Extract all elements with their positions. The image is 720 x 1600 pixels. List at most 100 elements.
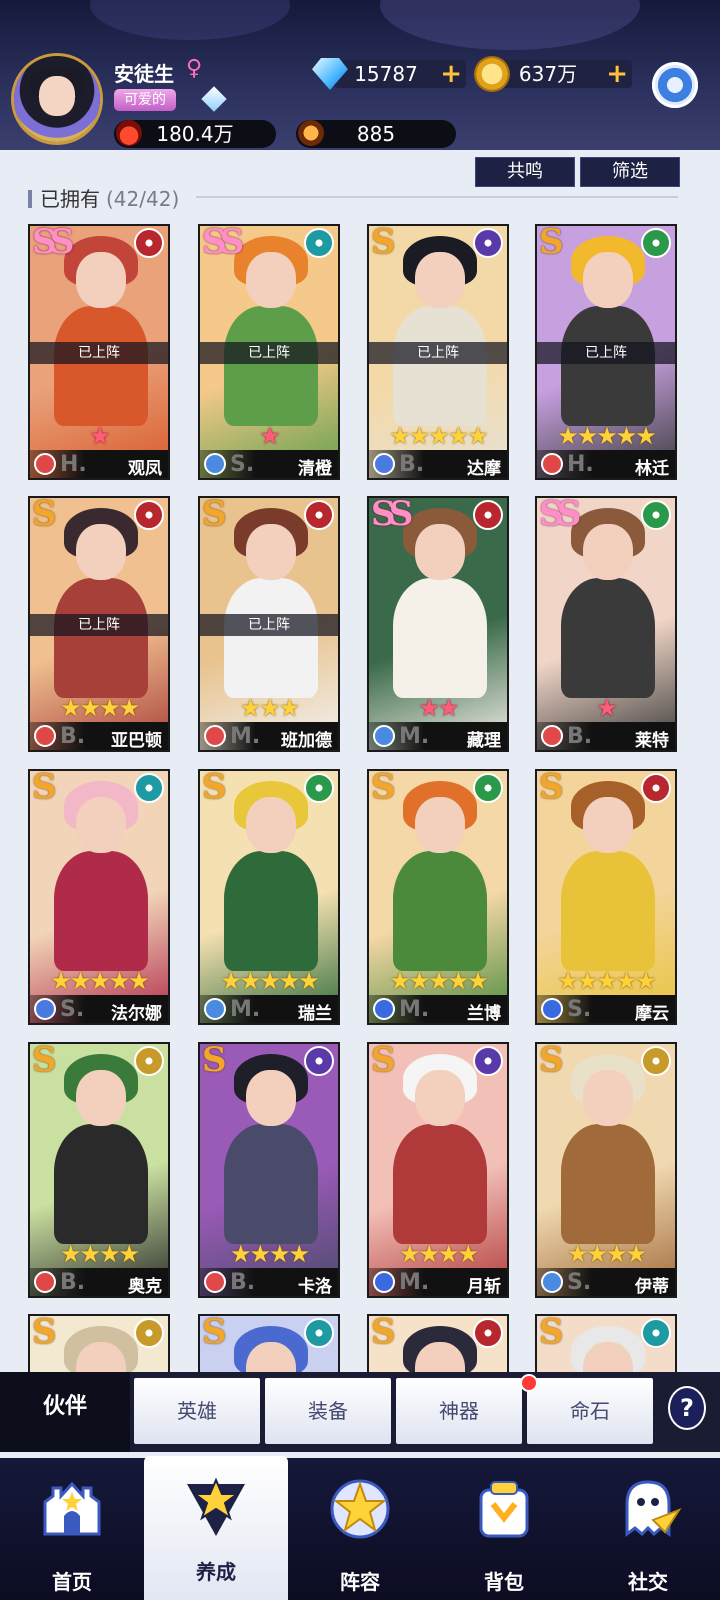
star-icon: ★ bbox=[79, 694, 100, 722]
star-icon: ★ bbox=[220, 967, 241, 995]
hero-card[interactable]: S ★★★★★ M. 兰博 bbox=[367, 769, 509, 1025]
hero-card[interactable]: S bbox=[367, 1314, 509, 1374]
hero-card[interactable]: S bbox=[198, 1314, 340, 1374]
hero-role-tag: B. bbox=[60, 1270, 86, 1295]
star-icon: ★ bbox=[50, 967, 71, 995]
hero-name: 达摩 bbox=[467, 459, 501, 479]
dark-element-icon bbox=[473, 228, 503, 258]
hero-card[interactable]: S bbox=[535, 1314, 677, 1374]
settings-gear-icon[interactable] bbox=[652, 62, 698, 108]
tab-partners[interactable]: 伙伴 bbox=[0, 1372, 130, 1452]
star-rating: ★★★★★ bbox=[537, 422, 675, 450]
owned-section-header: 已拥有 (42/42) bbox=[28, 183, 179, 212]
filter-button[interactable]: 筛选 bbox=[580, 157, 680, 187]
hero-name-bar: M. 月斩 bbox=[369, 1268, 507, 1296]
star-icon: ★ bbox=[635, 422, 656, 450]
hero-name-bar: S. 伊蒂 bbox=[537, 1268, 675, 1296]
tank-class-icon bbox=[541, 453, 563, 475]
hero-card[interactable]: SS ★★ M. 藏理 bbox=[367, 496, 509, 752]
star-icon: ★ bbox=[576, 422, 598, 450]
hero-card[interactable]: SS 已上阵 ★ S. 清橙 bbox=[198, 224, 340, 480]
tab-fate-stones[interactable]: 命石 bbox=[527, 1378, 653, 1444]
hero-name: 莱特 bbox=[635, 731, 669, 751]
tab-artifacts[interactable]: 神器 bbox=[396, 1378, 522, 1444]
portrait-head bbox=[415, 797, 465, 853]
hero-card[interactable]: S bbox=[28, 1314, 170, 1374]
star-icon: ★ bbox=[69, 967, 91, 995]
tab-equipment[interactable]: 装备 bbox=[265, 1378, 391, 1444]
dark-element-icon bbox=[473, 1046, 503, 1076]
heal-class-icon bbox=[204, 453, 226, 475]
player-avatar[interactable] bbox=[14, 56, 100, 142]
grade-badge: S bbox=[371, 224, 395, 262]
portrait-head bbox=[415, 252, 465, 308]
star-icon: ★ bbox=[239, 694, 261, 722]
star-triangle-icon bbox=[187, 1477, 245, 1536]
fire-element-icon bbox=[134, 500, 164, 530]
hero-card[interactable]: S 已上阵 ★★★ M. 班加德 bbox=[198, 496, 340, 752]
star-rating: ★★★★★ bbox=[369, 422, 507, 450]
hero-card[interactable]: S ★★★★★ S. 摩云 bbox=[535, 769, 677, 1025]
add-gold-button[interactable]: + bbox=[606, 61, 628, 87]
star-icon: ★ bbox=[467, 422, 488, 450]
nav-social-label: 社交 bbox=[628, 1570, 668, 1594]
hero-card[interactable]: S ★★★★ B. 卡洛 bbox=[198, 1042, 340, 1298]
star-icon: ★ bbox=[229, 1240, 251, 1268]
add-gems-button[interactable]: + bbox=[440, 61, 462, 87]
portrait-head bbox=[583, 797, 633, 853]
nav-cultivate[interactable]: 养成 bbox=[144, 1456, 288, 1600]
hero-name-bar: M. 兰博 bbox=[369, 995, 507, 1023]
star-icon: ★ bbox=[288, 1240, 310, 1268]
star-icon: ★ bbox=[408, 422, 430, 450]
avatar-face bbox=[39, 76, 75, 116]
hero-card[interactable]: S 已上阵 ★★★★★ H. 林迁 bbox=[535, 224, 677, 480]
star-rating: ★★★★★ bbox=[200, 967, 338, 995]
star-icon: ★ bbox=[278, 967, 300, 995]
fire-class-icon bbox=[204, 1271, 226, 1293]
portrait-body bbox=[561, 578, 655, 698]
deployed-label: 已上阵 bbox=[30, 614, 168, 636]
tab-heroes[interactable]: 英雄 bbox=[134, 1378, 260, 1444]
nav-lineup[interactable]: 阵容 bbox=[288, 1458, 432, 1600]
hero-card[interactable]: S 已上阵 ★★★★★ B. 达摩 bbox=[367, 224, 509, 480]
nav-social[interactable]: 社交 bbox=[576, 1458, 720, 1600]
grade-badge: S bbox=[202, 496, 226, 534]
bottom-navigation: 首页 养成 阵容 背包 社交 bbox=[0, 1456, 720, 1600]
hero-card[interactable]: SS ★ B. 莱特 bbox=[535, 496, 677, 752]
star-icon: ★ bbox=[259, 967, 280, 995]
grade-badge: S bbox=[32, 496, 56, 534]
hero-role-tag: S. bbox=[567, 997, 592, 1022]
hero-card[interactable]: S ★★★★ M. 月斩 bbox=[367, 1042, 509, 1298]
hero-card[interactable]: S ★★★★★ S. 法尔娜 bbox=[28, 769, 170, 1025]
star-icon: ★ bbox=[99, 694, 120, 722]
wind-element-icon bbox=[304, 773, 334, 803]
hero-name: 瑞兰 bbox=[298, 1004, 332, 1024]
nav-home[interactable]: 首页 bbox=[0, 1458, 144, 1600]
hero-name-bar: H. 观凤 bbox=[30, 450, 168, 478]
gold-coin-icon bbox=[476, 58, 508, 90]
star-icon: ★ bbox=[278, 694, 300, 722]
star-icon: ★ bbox=[259, 694, 280, 722]
player-title-badge[interactable]: 可爱的 bbox=[114, 89, 176, 111]
water-element-icon bbox=[304, 1318, 334, 1348]
portrait-body bbox=[224, 306, 318, 426]
hero-card[interactable]: S ★★★★★ M. 瑞兰 bbox=[198, 769, 340, 1025]
hero-role-tag: M. bbox=[230, 997, 261, 1022]
help-button[interactable]: ? bbox=[668, 1386, 706, 1430]
nav-backpack[interactable]: 背包 bbox=[432, 1458, 576, 1600]
star-rating: ★★★★★ bbox=[369, 967, 507, 995]
portrait-head bbox=[76, 252, 126, 308]
resonance-button[interactable]: 共鸣 bbox=[475, 157, 575, 187]
hero-card[interactable]: SS 已上阵 ★ H. 观凤 bbox=[28, 224, 170, 480]
header-decoration bbox=[90, 0, 290, 40]
hero-card[interactable]: S ★★★★ S. 伊蒂 bbox=[535, 1042, 677, 1298]
fire-element-icon bbox=[473, 500, 503, 530]
star-icon: ★ bbox=[566, 1240, 588, 1268]
hero-card[interactable]: S 已上阵 ★★★★ B. 亚巴顿 bbox=[28, 496, 170, 752]
grade-badge: S bbox=[539, 769, 563, 807]
dps-class-icon bbox=[541, 725, 563, 747]
star-icon: ★ bbox=[59, 694, 81, 722]
hero-card[interactable]: S ★★★★ B. 奥克 bbox=[28, 1042, 170, 1298]
star-icon: ★ bbox=[447, 422, 469, 450]
grade-badge: S bbox=[202, 769, 226, 807]
